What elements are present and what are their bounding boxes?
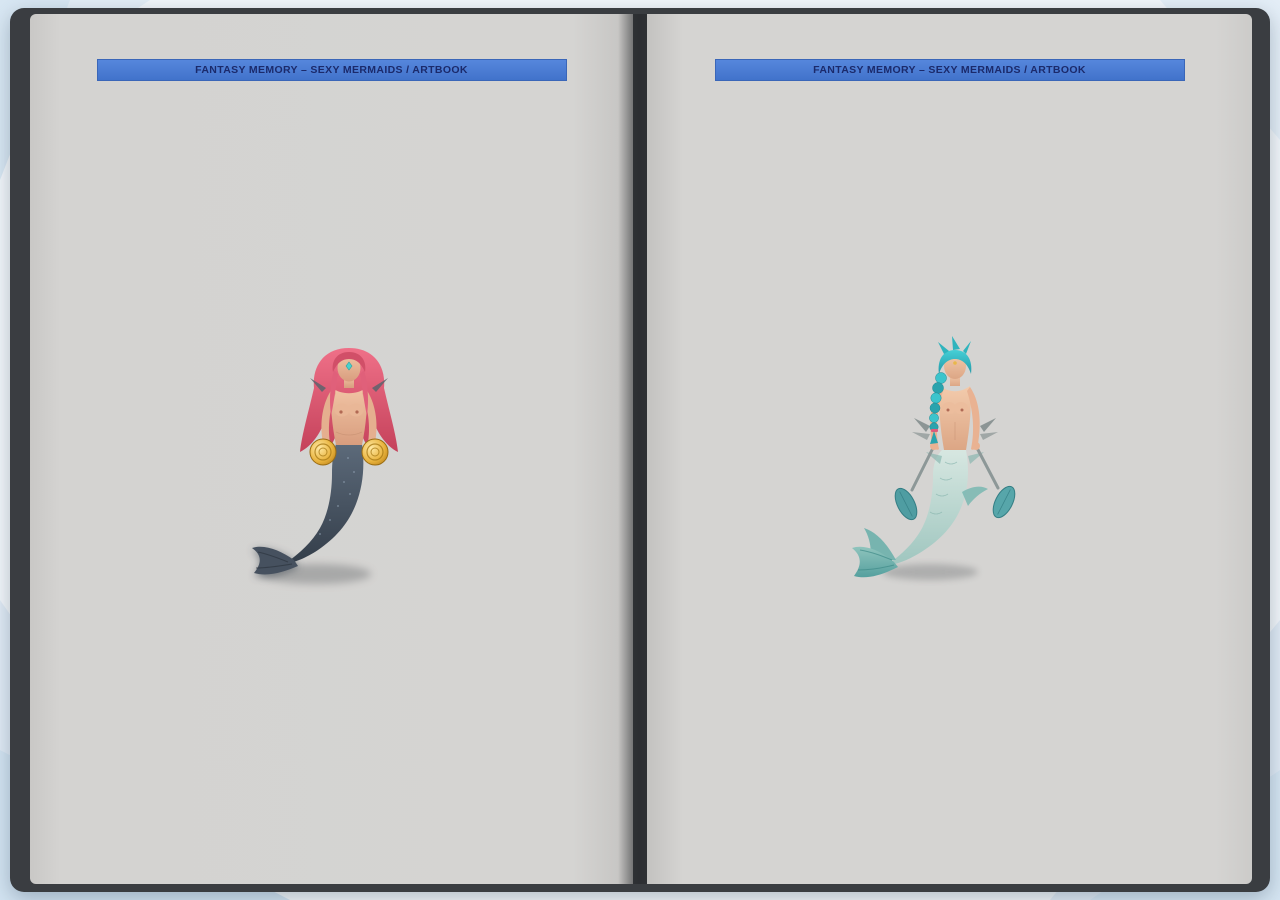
artbook-spread: FANTASY MEMORY – SEXY MERMAIDS / ARTBOOK [10,8,1270,892]
left-page-header-text: FANTASY MEMORY – SEXY MERMAIDS / ARTBOOK [195,64,468,76]
right-page-header-banner: FANTASY MEMORY – SEXY MERMAIDS / ARTBOOK [715,59,1185,81]
artbook-page-left[interactable]: FANTASY MEMORY – SEXY MERMAIDS / ARTBOOK [30,14,633,884]
pink-mermaid-illustration [244,322,454,602]
artbook-page-right[interactable]: FANTASY MEMORY – SEXY MERMAIDS / ARTBOOK [647,14,1252,884]
left-page-header-banner: FANTASY MEMORY – SEXY MERMAIDS / ARTBOOK [97,59,567,81]
right-page-illustration [850,322,1060,602]
right-page-header-text: FANTASY MEMORY – SEXY MERMAIDS / ARTBOOK [813,64,1086,76]
left-page-illustration [244,322,454,602]
teal-mermaid-illustration [850,322,1060,602]
